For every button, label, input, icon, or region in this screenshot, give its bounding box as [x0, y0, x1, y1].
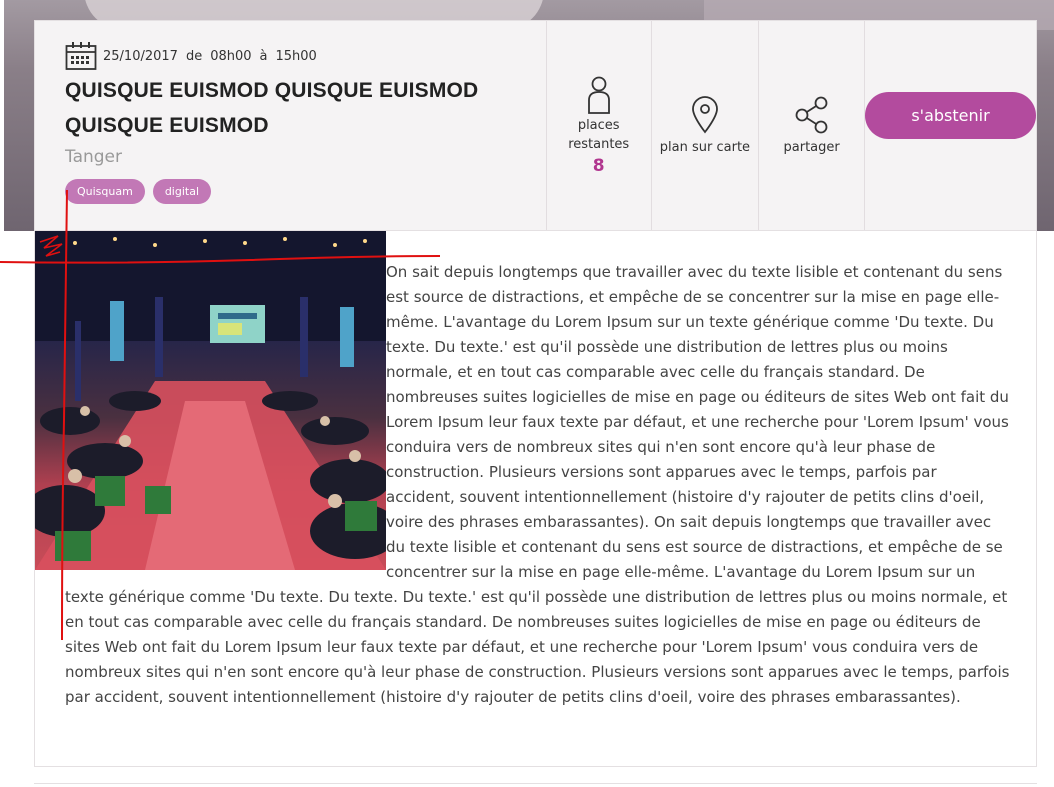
tag-quisquam[interactable]: Quisquam: [65, 179, 145, 204]
event-header-card: 25/10/2017 de 08h00 à 15h00 QUISQUE EUIS…: [34, 20, 1037, 231]
event-info: 25/10/2017 de 08h00 à 15h00 QUISQUE EUIS…: [35, 21, 546, 230]
event-date: 25/10/2017: [103, 48, 178, 64]
places-remaining: places restantes 8: [545, 21, 651, 230]
calendar-icon: [65, 42, 97, 70]
share-button[interactable]: partager: [758, 21, 864, 230]
event-city: Tanger: [65, 147, 123, 167]
places-label: places: [577, 117, 620, 133]
cta-wrap: s'abstenir: [864, 21, 1036, 230]
event-end-time: 15h00: [275, 48, 317, 64]
event-date-row: 25/10/2017 de 08h00 à 15h00: [65, 41, 516, 71]
event-title-line-1: QUISQUE EUISMOD QUISQUE EUISMOD: [65, 79, 479, 102]
places-count: 8: [592, 155, 605, 176]
event-content-card: On sait depuis longtemps que travailler …: [34, 231, 1037, 767]
tag-digital[interactable]: digital: [152, 179, 212, 204]
event-tags: Quisquam digital: [65, 179, 516, 204]
event-title: QUISQUE EUISMOD QUISQUE EUISMOD QUISQUE …: [65, 73, 516, 143]
places-label-2: restantes: [568, 136, 630, 152]
event-title-line-2: QUISQUE EUISMOD: [65, 114, 269, 137]
photo-float-spacer: [35, 231, 386, 572]
event-start-time: 08h00: [210, 48, 252, 64]
share-icon: [795, 96, 828, 134]
plan-label: plan sur carte: [659, 140, 751, 155]
plan-sur-carte-button[interactable]: plan sur carte: [650, 21, 759, 230]
share-label: partager: [783, 140, 840, 155]
event-to-word: à: [259, 48, 268, 64]
map-pin-icon: [692, 96, 718, 134]
abstain-button[interactable]: s'abstenir: [865, 92, 1036, 139]
person-icon: [587, 76, 610, 114]
event-description: On sait depuis longtemps que travailler …: [65, 260, 1010, 710]
event-from-word: de: [185, 48, 203, 64]
next-card-edge: [34, 783, 1037, 787]
